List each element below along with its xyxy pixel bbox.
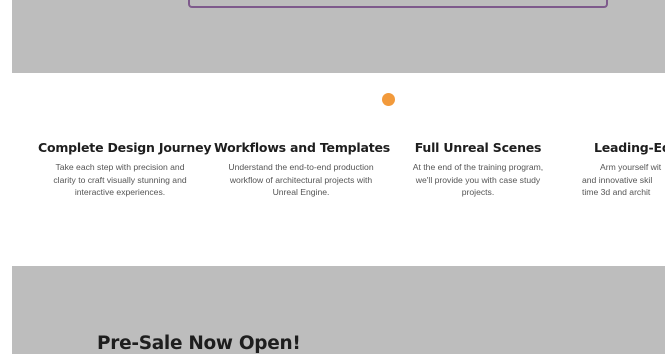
feature-description: Understand the end-to-end production wor… xyxy=(228,162,374,197)
feature-full-unreal-scenes: Full Unreal Scenes At the end of the tra… xyxy=(396,140,560,199)
feature-description: Arm yourself wit and innovative skil tim… xyxy=(582,162,662,197)
feature-title: Workflows and Templates xyxy=(214,140,391,155)
feature-description: Take each step with precision and clarit… xyxy=(53,162,187,197)
feature-leading-edge: Leading-Ed Arm yourself wit and innovati… xyxy=(582,140,665,199)
top-gray-section xyxy=(12,0,665,73)
presale-section: Pre-Sale Now Open! xyxy=(12,266,665,354)
card-bottom-edge xyxy=(188,0,608,8)
feature-description: At the end of the training program, we'l… xyxy=(412,162,544,197)
carousel-dot[interactable] xyxy=(382,93,395,106)
feature-title: Full Unreal Scenes xyxy=(414,140,542,155)
presale-heading: Pre-Sale Now Open! xyxy=(97,333,301,354)
feature-workflows-and-templates: Workflows and Templates Understand the e… xyxy=(214,140,391,199)
feature-title: Complete Design Journey xyxy=(38,140,212,155)
feature-title: Leading-Ed xyxy=(594,140,665,155)
feature-complete-design-journey: Complete Design Journey Take each step w… xyxy=(38,140,212,199)
